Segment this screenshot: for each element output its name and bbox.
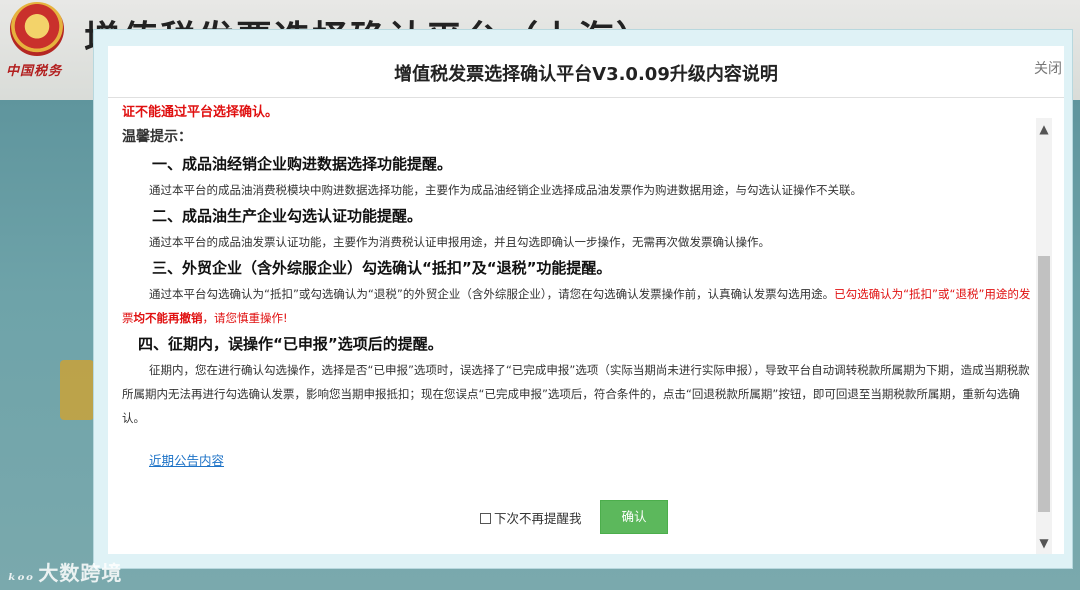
confirm-button[interactable]: 确认 [600,500,668,534]
dont-remind-label: 下次不再提醒我 [494,511,582,526]
section-3-body: 通过本平台勾选确认为“抵扣”或勾选确认为“退税”的外贸企业（含外综服企业），请您… [122,282,1038,330]
section-3-body-text: 通过本平台勾选确认为“抵扣”或勾选确认为“退税”的外贸企业（含外综服企业），请您… [149,287,835,301]
tax-emblem-icon [10,2,64,56]
scroll-down-arrow-icon[interactable]: ▼ [1036,532,1052,554]
recent-announcements-link[interactable]: 近期公告内容 [122,450,1038,469]
tip-label: 温馨提示： [122,129,192,145]
background-decoration [60,360,94,420]
section-1-heading: 一、成品油经销企业购进数据选择功能提醒。 [152,155,453,173]
scroll-thumb[interactable] [1038,256,1050,512]
brand-logo-text: 中国税务 [6,64,63,79]
upgrade-notice-dialog: 增值税发票选择确认平台V3.0.09升级内容说明 关闭 证不能通过平台选择确认。… [94,30,1072,568]
section-1-body: 通过本平台的成品油消费税模块中购进数据选择功能，主要作为成品油经销企业选择成品油… [149,183,862,197]
close-button[interactable]: 关闭 [1034,58,1062,78]
dont-remind-checkbox[interactable]: 下次不再提醒我 [480,508,582,527]
dialog-scrollbar[interactable]: ▲ ▼ [1036,118,1052,554]
intro-red-text: 证不能通过平台选择确认。 [122,105,279,120]
section-3-heading: 三、外贸企业（含外综服企业）勾选确认“抵扣”及“退税”功能提醒。 [152,259,612,277]
dialog-header: 增值税发票选择确认平台V3.0.09升级内容说明 关闭 [108,46,1064,98]
section-4-body: 征期内，您在进行确认勾选操作，选择是否“已申报”选项时，误选择了“已完成申报”选… [122,363,1030,425]
watermark-logo-icon: ₖₒₒ [8,565,35,584]
section-4-heading: 四、征期内，误操作“已申报”选项后的提醒。 [138,335,443,353]
scroll-up-arrow-icon[interactable]: ▲ [1036,118,1052,140]
section-2-body: 通过本平台的成品油发票认证功能，主要作为消费税认证申报用途，并且勾选即确认一步操… [149,235,770,249]
section-3-warning-bold: 均不能再撤销 [133,311,203,325]
dialog-content: 证不能通过平台选择确认。 温馨提示： 一、成品油经销企业购进数据选择功能提醒。 … [108,102,1038,482]
watermark: ₖₒₒ 大数跨境 [8,557,122,586]
dialog-footer: 下次不再提醒我 确认 [108,498,1038,538]
checkbox-icon[interactable] [480,513,491,524]
dialog-title: 增值税发票选择确认平台V3.0.09升级内容说明 [394,64,778,85]
section-3-warning-2: ，请您慎重操作! [202,311,288,325]
watermark-text: 大数跨境 [38,561,123,585]
section-2-heading: 二、成品油生产企业勾选认证功能提醒。 [152,207,423,225]
